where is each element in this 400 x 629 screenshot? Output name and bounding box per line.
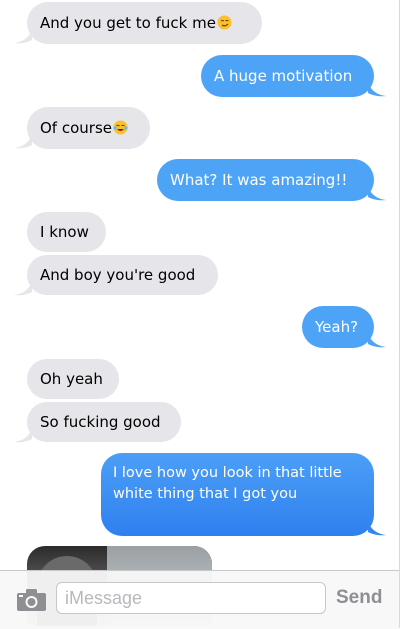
message-bubble-incoming: Oh yeah [27, 359, 119, 399]
message-bubble-outgoing: Yeah? [302, 306, 374, 348]
message-bubble-incoming: And boy you're good [27, 255, 218, 295]
message-text: Oh yeah [40, 370, 103, 388]
bubble-tail-incoming [14, 427, 32, 443]
message-text: And you get to fuck me [40, 14, 216, 32]
bubble-tail-outgoing [368, 81, 386, 97]
message-bubble-incoming: And you get to fuck me [27, 2, 262, 44]
message-text: A huge motivation [214, 67, 353, 85]
bubble-tail-outgoing [368, 185, 386, 201]
message-text: So fucking good [40, 413, 161, 431]
message-text: I love how you look in that little white… [113, 465, 342, 502]
message-text: I know [40, 223, 89, 241]
send-button[interactable]: Send [336, 587, 382, 609]
message-text: What? It was amazing!! [170, 171, 348, 189]
message-input[interactable] [56, 582, 326, 614]
message-bubble-outgoing: I love how you look in that little white… [101, 453, 374, 536]
bubble-tail-incoming [14, 28, 32, 44]
camera-icon[interactable] [16, 588, 47, 612]
smirk-face-icon [217, 4, 232, 46]
message-text: Yeah? [315, 318, 359, 336]
tears-of-joy-face-icon [113, 109, 128, 151]
bubble-tail-outgoing [368, 332, 386, 348]
message-text: Of course [40, 119, 112, 137]
bubble-tail-incoming [14, 280, 32, 296]
message-composer: Send [0, 570, 399, 629]
message-text: And boy you're good [40, 266, 196, 284]
message-thread: And you get to fuck me A huge motivation… [0, 0, 400, 628]
bubble-tail-outgoing [368, 520, 386, 536]
message-bubble-incoming: I know [27, 212, 106, 252]
message-bubble-outgoing: A huge motivation [201, 55, 374, 97]
message-bubble-outgoing: What? It was amazing!! [157, 159, 374, 201]
message-bubble-incoming: Of course [27, 107, 150, 149]
message-bubble-incoming: So fucking good [27, 402, 181, 442]
bubble-tail-incoming [14, 133, 32, 149]
